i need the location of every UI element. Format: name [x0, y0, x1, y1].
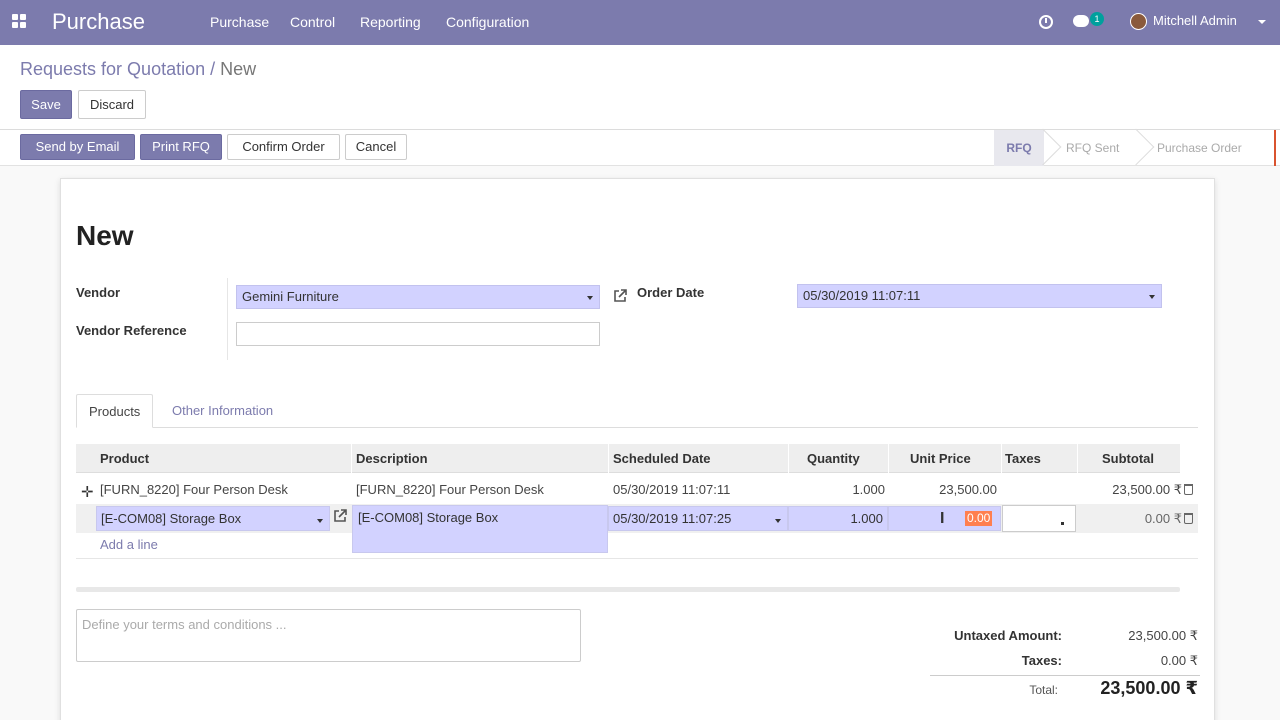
row-product: [E-COM08] Storage Box	[101, 511, 242, 526]
chevron-down-icon	[775, 519, 781, 523]
stage-rfq-sent[interactable]: RFQ Sent	[1066, 130, 1119, 166]
row-scheduled-date: 05/30/2019 11:07:25	[613, 511, 732, 526]
chevron-down-icon	[1258, 20, 1266, 24]
column-separator	[1077, 444, 1078, 473]
breadcrumb: Requests for Quotation / New	[20, 59, 256, 80]
row-quantity: 1.000	[852, 482, 885, 497]
description-textarea[interactable]: [E-COM08] Storage Box	[352, 505, 608, 553]
chevron-down-icon	[317, 519, 323, 523]
column-scheduled-date[interactable]: Scheduled Date	[613, 444, 711, 473]
taxes-input[interactable]	[1002, 505, 1076, 532]
product-select[interactable]: [E-COM08] Storage Box	[96, 506, 330, 531]
breadcrumb-separator: /	[210, 59, 216, 79]
divider	[227, 278, 228, 360]
tab-products[interactable]: Products	[76, 394, 154, 428]
order-date-input[interactable]: 05/30/2019 11:07:11	[797, 284, 1162, 308]
row-description: [FURN_8220] Four Person Desk	[356, 482, 544, 497]
unit-price-selected-value[interactable]: 0.00	[965, 511, 993, 526]
untaxed-amount-label: Untaxed Amount:	[954, 628, 1062, 643]
user-avatar[interactable]	[1130, 13, 1147, 30]
chevron-down-icon	[1149, 295, 1155, 299]
column-separator	[888, 444, 889, 473]
menu-purchase[interactable]: Purchase	[210, 14, 269, 30]
statusbar: Send by Email Print RFQ Confirm Order Ca…	[0, 128, 1280, 166]
row-scheduled-date: 05/30/2019 11:07:11	[613, 482, 731, 497]
column-unit-price[interactable]: Unit Price	[910, 444, 971, 473]
column-taxes[interactable]: Taxes	[1005, 444, 1041, 473]
untaxed-amount-value: 23,500.00 ₹	[1128, 628, 1198, 643]
edge-marker	[1274, 130, 1276, 166]
tab-other-information[interactable]: Other Information	[160, 394, 285, 428]
print-rfq-button[interactable]: Print RFQ	[140, 134, 222, 160]
column-quantity[interactable]: Quantity	[807, 444, 860, 473]
column-separator	[1001, 444, 1002, 473]
row-unit-price: 23,500.00	[939, 482, 997, 497]
apps-grid-icon[interactable]	[12, 14, 26, 28]
menu-reporting[interactable]: Reporting	[360, 14, 421, 30]
order-date-label: Order Date	[637, 285, 705, 300]
send-by-email-button[interactable]: Send by Email	[20, 134, 135, 160]
lines-table-header: Product Description Scheduled Date Quant…	[76, 444, 1180, 473]
stage-purchase-order[interactable]: Purchase Order	[1157, 130, 1242, 166]
section-divider	[76, 587, 1180, 592]
trash-icon[interactable]	[1184, 513, 1193, 524]
chevron-down-icon	[587, 296, 593, 300]
menu-control[interactable]: Control	[290, 14, 335, 30]
save-button[interactable]: Save	[20, 90, 72, 119]
add-line-link[interactable]: Add a line	[100, 537, 158, 552]
discard-button[interactable]: Discard	[78, 90, 146, 119]
record-title: New	[76, 220, 134, 251]
table-row[interactable]: [FURN_8220] Four Person Desk [FURN_8220]…	[76, 475, 1198, 504]
chat-count-badge: 1	[1090, 12, 1104, 26]
clock-icon[interactable]	[1039, 15, 1053, 29]
taxes-value: 0.00 ₹	[1160, 653, 1198, 668]
total-value: 23,500.00 ₹	[1100, 678, 1198, 698]
user-menu[interactable]: Mitchell Admin	[1153, 13, 1237, 28]
column-subtotal[interactable]: Subtotal	[1102, 444, 1154, 473]
vendor-value: Gemini Furniture	[242, 289, 339, 304]
scheduled-date-input[interactable]: 05/30/2019 11:07:25	[608, 506, 788, 531]
taxes-label: Taxes:	[1021, 653, 1062, 668]
row-product: [FURN_8220] Four Person Desk	[100, 482, 288, 497]
column-separator	[788, 444, 789, 473]
total-label: Total:	[1029, 683, 1058, 697]
row-subtotal: 23,500.00 ₹	[1112, 482, 1182, 497]
totals-divider	[930, 675, 1200, 676]
chat-icon[interactable]	[1073, 15, 1089, 27]
order-date-value: 05/30/2019 11:07:11	[803, 288, 921, 303]
quantity-input[interactable]: 1.000	[788, 506, 888, 531]
top-navbar: Purchase Purchase Control Reporting Conf…	[0, 0, 1280, 45]
vendor-label: Vendor	[76, 285, 121, 300]
confirm-order-button[interactable]: Confirm Order	[227, 134, 340, 160]
row-subtotal: 0.00 ₹	[1144, 511, 1182, 526]
breadcrumb-current: New	[220, 59, 257, 79]
text-cursor-icon: I	[940, 510, 945, 527]
column-separator	[608, 444, 609, 473]
stage-separator	[1117, 128, 1155, 166]
breadcrumb-parent[interactable]: Requests for Quotation	[20, 59, 205, 79]
vendor-select[interactable]: Gemini Furniture	[236, 285, 600, 309]
dropdown-indicator	[1061, 522, 1064, 525]
external-link-icon[interactable]	[612, 288, 628, 304]
menu-configuration[interactable]: Configuration	[446, 14, 529, 30]
terms-conditions-textarea[interactable]: Define your terms and conditions ...	[76, 609, 581, 662]
column-separator	[351, 444, 352, 473]
control-panel: Requests for Quotation / New Save Discar…	[0, 45, 1280, 130]
column-description[interactable]: Description	[356, 444, 428, 473]
vendor-reference-label: Vendor Reference	[76, 323, 187, 338]
column-product[interactable]: Product	[100, 444, 149, 473]
vendor-reference-input[interactable]	[236, 322, 600, 346]
trash-icon[interactable]	[1184, 484, 1193, 495]
app-title: Purchase	[52, 9, 145, 34]
table-bottom-border	[76, 558, 1198, 559]
external-link-icon[interactable]	[332, 508, 348, 524]
cancel-button[interactable]: Cancel	[345, 134, 407, 160]
